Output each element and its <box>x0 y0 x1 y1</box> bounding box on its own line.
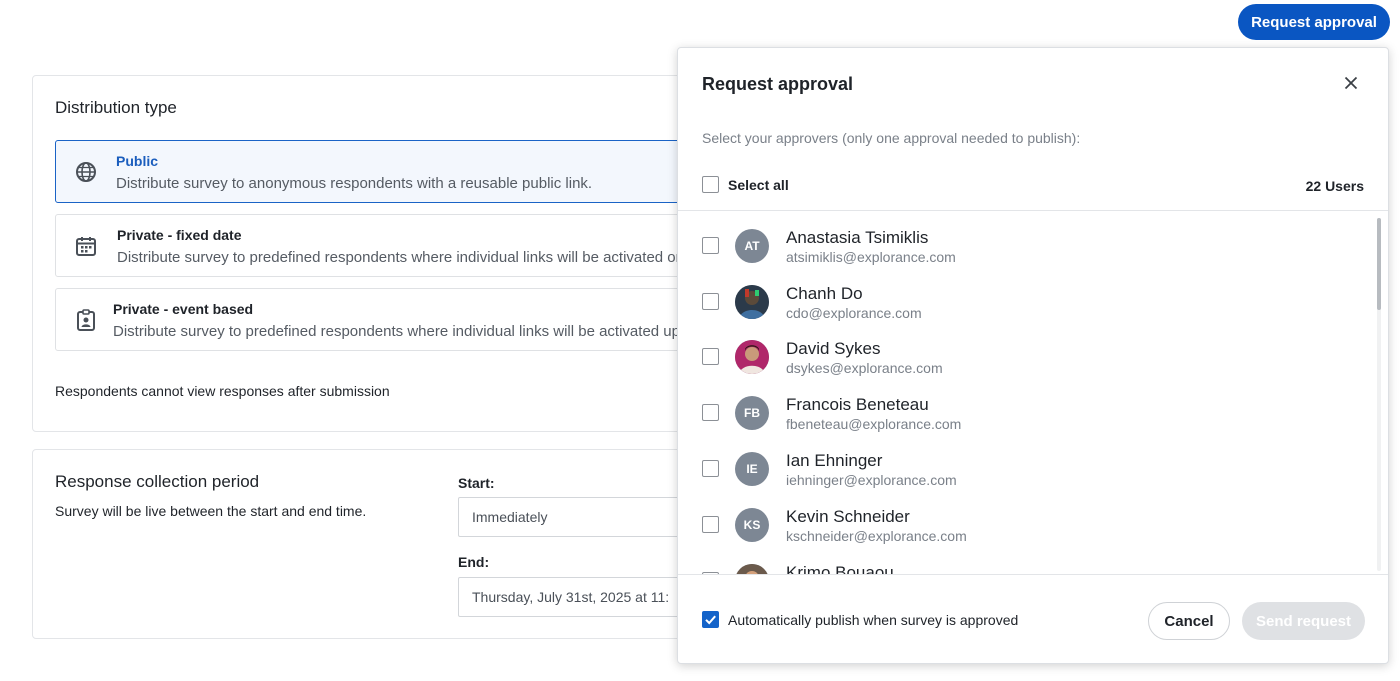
user-checkbox[interactable] <box>702 404 719 421</box>
response-period-subtitle: Survey will be live between the start an… <box>55 503 367 519</box>
option-public-title: Public <box>116 153 159 169</box>
list-scrollbar[interactable] <box>1377 218 1381 571</box>
user-checkbox[interactable] <box>702 348 719 365</box>
user-name: Francois Beneteau <box>786 395 929 414</box>
user-email: atsimiklis@explorance.com <box>786 249 956 265</box>
auto-publish-checkbox[interactable] <box>702 611 719 628</box>
globe-icon <box>74 160 98 184</box>
request-approval-dialog: Request approval Select your approvers (… <box>677 47 1389 664</box>
users-count: 22 Users <box>1305 178 1364 194</box>
user-list[interactable]: AT Anastasia Tsimiklis atsimiklis@explor… <box>678 211 1388 574</box>
dialog-subtitle: Select your approvers (only one approval… <box>702 130 1081 146</box>
user-email: iehninger@explorance.com <box>786 472 957 488</box>
option-public-description: Distribute survey to anonymous responden… <box>116 175 593 192</box>
response-period-title: Response collection period <box>55 472 260 491</box>
respondents-note: Respondents cannot view responses after … <box>55 383 390 399</box>
option-private-fixed-date-description: Distribute survey to predefined responde… <box>117 249 697 266</box>
avatar-photo <box>735 564 769 574</box>
user-row[interactable]: David Sykes dsykes@explorance.com <box>678 322 1378 378</box>
select-all-checkbox[interactable] <box>702 176 719 193</box>
user-checkbox[interactable] <box>702 293 719 310</box>
user-name: Krimo Bouaou <box>786 563 894 574</box>
avatar: AT <box>735 229 769 263</box>
select-all-label: Select all <box>728 176 789 193</box>
user-row[interactable]: Krimo Bouaou <box>678 546 1378 574</box>
option-private-fixed-date-title: Private - fixed date <box>117 227 242 243</box>
distribution-type-title: Distribution type <box>55 98 177 117</box>
avatar-photo <box>735 340 769 374</box>
user-name: Anastasia Tsimiklis <box>786 228 929 247</box>
user-row[interactable]: AT Anastasia Tsimiklis atsimiklis@explor… <box>678 211 1378 267</box>
user-row[interactable]: IE Ian Ehninger iehninger@explorance.com <box>678 434 1378 490</box>
user-row[interactable]: KS Kevin Schneider kschneider@explorance… <box>678 490 1378 546</box>
end-label: End: <box>458 554 490 570</box>
start-label: Start: <box>458 475 495 491</box>
user-name: Kevin Schneider <box>786 507 910 526</box>
user-name: Ian Ehninger <box>786 451 883 470</box>
option-private-event-based-description: Distribute survey to predefined responde… <box>113 323 689 340</box>
select-all-row: Select all <box>702 176 789 193</box>
option-private-event-based-title: Private - event based <box>113 301 254 317</box>
user-name: David Sykes <box>786 339 881 358</box>
user-email: fbeneteau@explorance.com <box>786 416 962 432</box>
clipboard-user-icon <box>74 308 98 332</box>
user-row[interactable]: Chanh Do cdo@explorance.com <box>678 267 1378 323</box>
scrollbar-thumb[interactable] <box>1377 218 1381 310</box>
avatar-photo <box>735 285 769 319</box>
request-approval-button[interactable]: Request approval <box>1238 4 1390 40</box>
user-checkbox[interactable] <box>702 460 719 477</box>
dialog-title: Request approval <box>702 74 854 94</box>
user-email: cdo@explorance.com <box>786 305 922 321</box>
user-row[interactable]: FB Francois Beneteau fbeneteau@exploranc… <box>678 378 1378 434</box>
auto-publish-row: Automatically publish when survey is app… <box>702 611 1018 628</box>
user-checkbox[interactable] <box>702 516 719 533</box>
calendar-icon <box>74 234 98 258</box>
user-name: Chanh Do <box>786 284 863 303</box>
user-checkbox[interactable] <box>702 237 719 254</box>
end-value: Thursday, July 31st, 2025 at 11: <box>472 589 670 605</box>
avatar: IE <box>735 452 769 486</box>
send-request-button[interactable]: Send request <box>1242 602 1365 640</box>
user-email: dsykes@explorance.com <box>786 360 943 376</box>
avatar: FB <box>735 396 769 430</box>
start-value: Immediately <box>472 509 548 525</box>
close-icon[interactable] <box>1338 70 1364 96</box>
avatar: KS <box>735 508 769 542</box>
auto-publish-label: Automatically publish when survey is app… <box>728 611 1019 628</box>
user-email: kschneider@explorance.com <box>786 528 967 544</box>
cancel-button[interactable]: Cancel <box>1148 602 1230 640</box>
divider-bottom <box>678 574 1388 575</box>
